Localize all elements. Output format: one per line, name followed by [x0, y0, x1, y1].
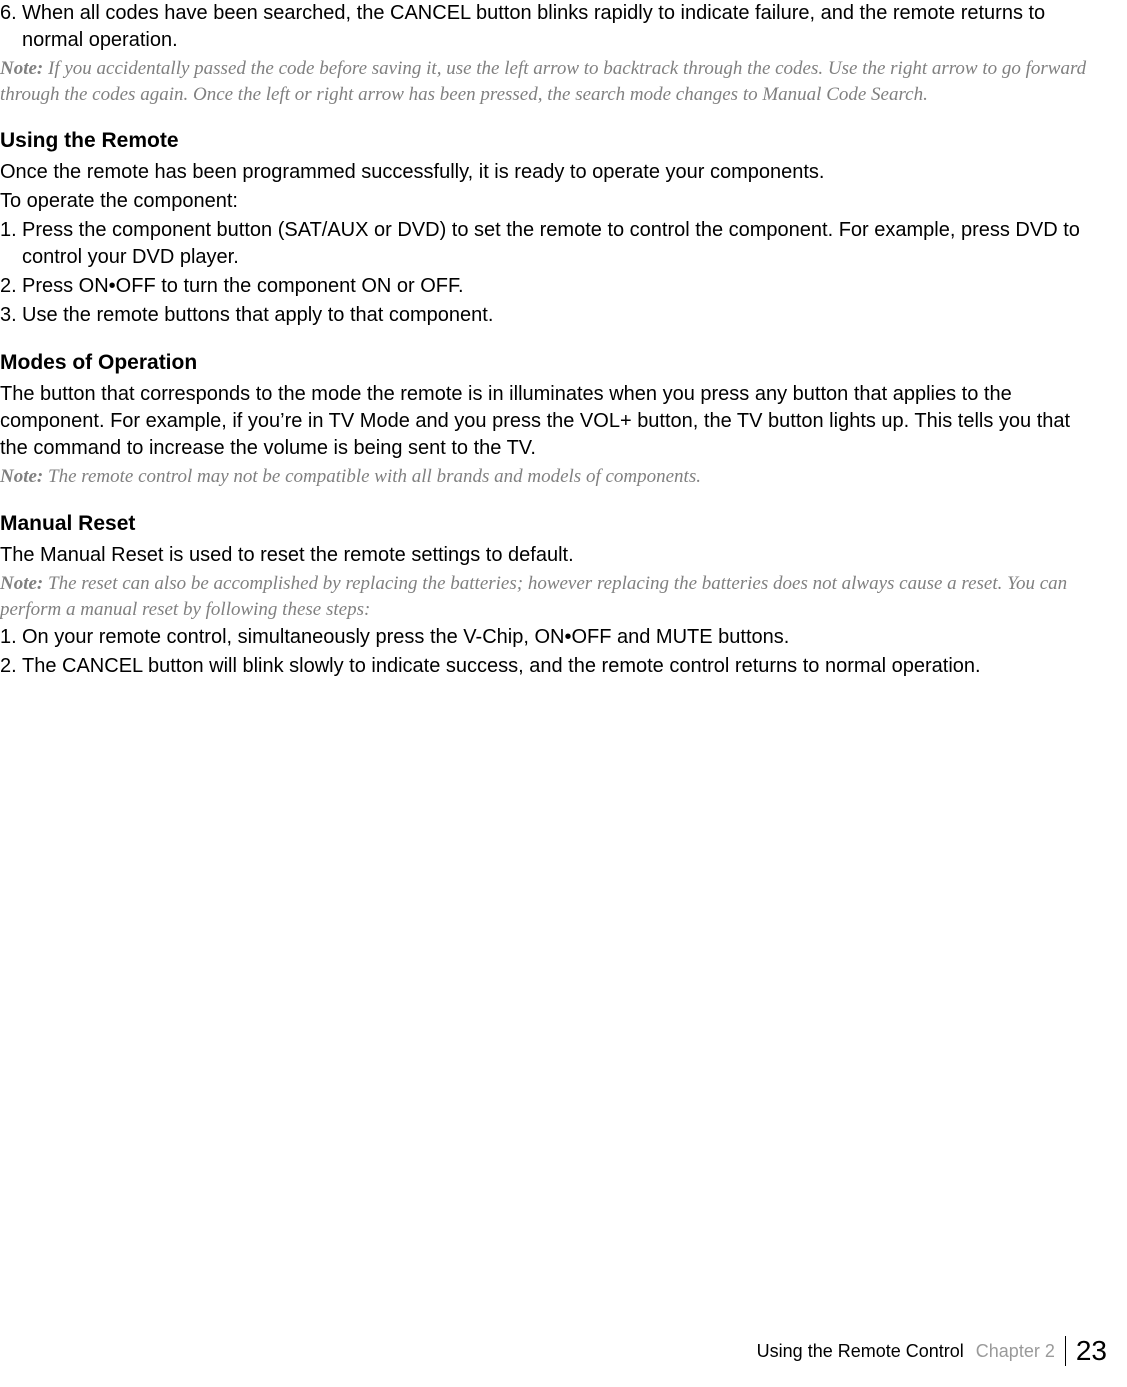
note-code-search: Note: If you accidentally passed the cod…	[0, 56, 1087, 107]
list-text: On your remote control, simultaneously p…	[22, 624, 1087, 651]
note-body: The remote control may not be compatible…	[43, 466, 701, 487]
list-num: 2.	[0, 273, 22, 300]
list-item-2: 2. The CANCEL button will blink slowly t…	[0, 653, 1087, 680]
footer-chapter: Chapter 2	[976, 1341, 1055, 1362]
footer-divider	[1065, 1336, 1066, 1366]
list-item-1: 1. On your remote control, simultaneousl…	[0, 624, 1087, 651]
list-item-2: 2. Press ON•OFF to turn the component ON…	[0, 273, 1087, 300]
list-text: Press ON•OFF to turn the component ON or…	[22, 273, 1087, 300]
list-num: 3.	[0, 302, 22, 329]
list-num: 6.	[0, 0, 22, 54]
list-text: Press the component button (SAT/AUX or D…	[22, 217, 1087, 271]
list-num: 2.	[0, 653, 22, 680]
note-reset: Note: The reset can also be accomplished…	[0, 571, 1087, 622]
document-page: 6. When all codes have been searched, th…	[0, 0, 1127, 682]
paragraph: The Manual Reset is used to reset the re…	[0, 542, 1087, 569]
note-compatibility: Note: The remote control may not be comp…	[0, 464, 1087, 490]
list-item-1: 1. Press the component button (SAT/AUX o…	[0, 217, 1087, 271]
list-text: Use the remote buttons that apply to tha…	[22, 302, 1087, 329]
list-num: 1.	[0, 217, 22, 271]
list-num: 1.	[0, 624, 22, 651]
note-label: Note:	[0, 58, 43, 79]
list-text: When all codes have been searched, the C…	[22, 0, 1087, 54]
note-label: Note:	[0, 573, 43, 594]
paragraph: To operate the component:	[0, 188, 1087, 215]
note-body: The reset can also be accomplished by re…	[0, 573, 1067, 620]
list-item-6: 6. When all codes have been searched, th…	[0, 0, 1087, 54]
footer-section: Using the Remote Control	[757, 1341, 964, 1362]
note-body: If you accidentally passed the code befo…	[0, 58, 1086, 105]
page-footer: Using the Remote Control Chapter 2 23	[757, 1335, 1107, 1367]
note-label: Note:	[0, 466, 43, 487]
heading-using-remote: Using the Remote	[0, 129, 1087, 153]
footer-page-number: 23	[1076, 1335, 1107, 1367]
paragraph: Once the remote has been programmed succ…	[0, 159, 1087, 186]
paragraph: The button that corresponds to the mode …	[0, 381, 1087, 462]
list-item-3: 3. Use the remote buttons that apply to …	[0, 302, 1087, 329]
list-text: The CANCEL button will blink slowly to i…	[22, 653, 1087, 680]
heading-modes: Modes of Operation	[0, 351, 1087, 375]
heading-manual-reset: Manual Reset	[0, 512, 1087, 536]
